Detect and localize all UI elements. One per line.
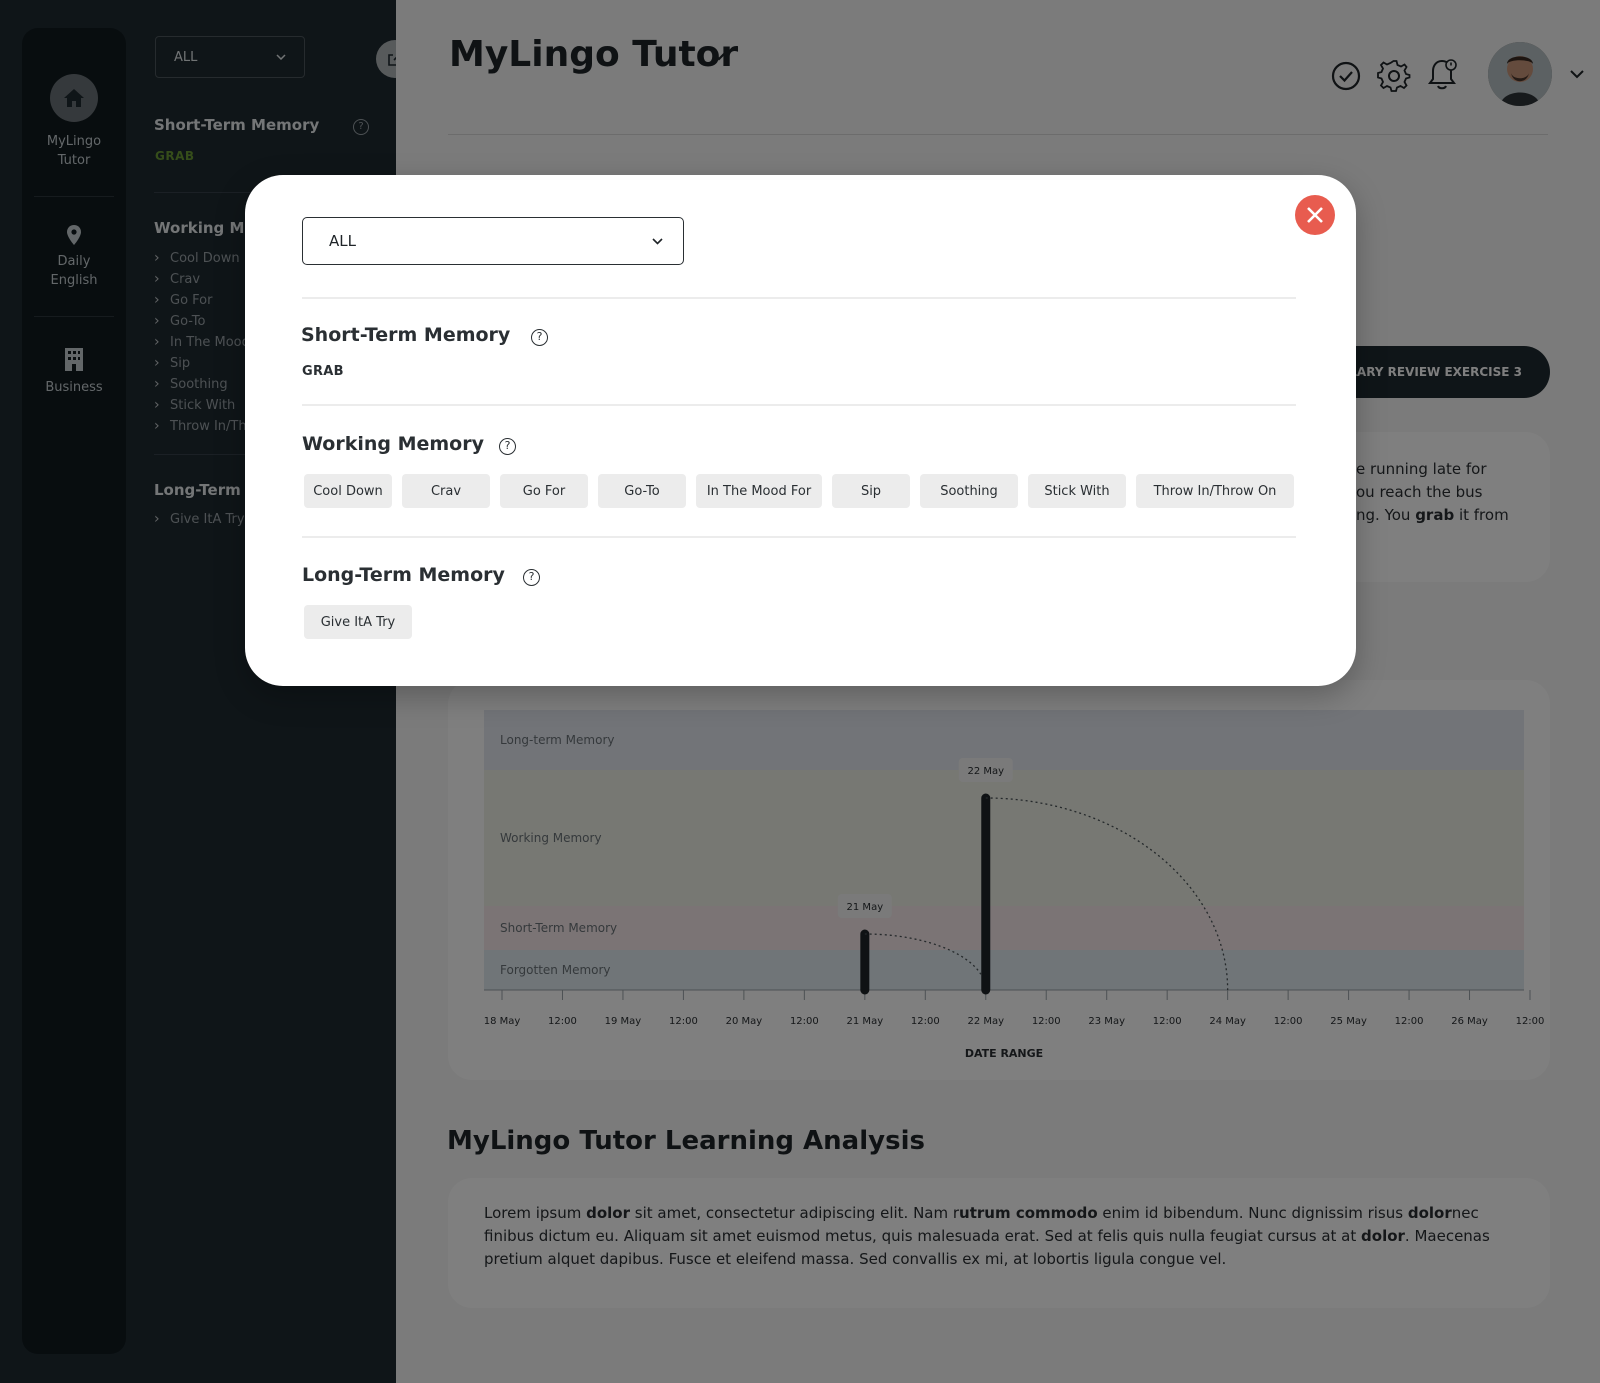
working-memory-chips: Cool Down Crav Go For Go-To In The Mood For S…	[304, 474, 1294, 508]
short-term-word[interactable]: GRAB	[302, 364, 344, 379]
modal-divider	[302, 536, 1296, 538]
word-chip[interactable]: Stick With	[1028, 474, 1126, 508]
help-icon[interactable]: ?	[523, 569, 540, 586]
help-icon[interactable]: ?	[499, 438, 516, 455]
word-chip[interactable]: Cool Down	[304, 474, 392, 508]
help-icon[interactable]: ?	[531, 329, 548, 346]
chevron-down-icon	[652, 237, 663, 245]
word-chip[interactable]: In The Mood For	[696, 474, 822, 508]
long-term-memory-chips: Give ItA Try	[304, 605, 412, 639]
long-term-memory-title: Long-Term Memory	[302, 564, 505, 586]
word-chip[interactable]: Give ItA Try	[304, 605, 412, 639]
short-term-memory-title: Short-Term Memory	[301, 324, 511, 346]
memory-modal: ALL Short-Term Memory ? GRAB Working Mem…	[245, 175, 1356, 686]
memory-filter-select[interactable]: ALL	[302, 217, 684, 265]
close-icon	[1307, 207, 1323, 223]
word-chip[interactable]: Throw In/Throw On	[1136, 474, 1294, 508]
working-memory-title: Working Memory	[302, 433, 484, 455]
word-chip[interactable]: Go For	[500, 474, 588, 508]
word-chip[interactable]: Soothing	[920, 474, 1018, 508]
word-chip[interactable]: Crav	[402, 474, 490, 508]
word-chip[interactable]: Go-To	[598, 474, 686, 508]
memory-filter-value: ALL	[329, 232, 356, 250]
modal-divider	[302, 297, 1296, 299]
modal-divider	[302, 404, 1296, 406]
close-button[interactable]	[1295, 195, 1335, 235]
word-chip[interactable]: Sip	[832, 474, 910, 508]
